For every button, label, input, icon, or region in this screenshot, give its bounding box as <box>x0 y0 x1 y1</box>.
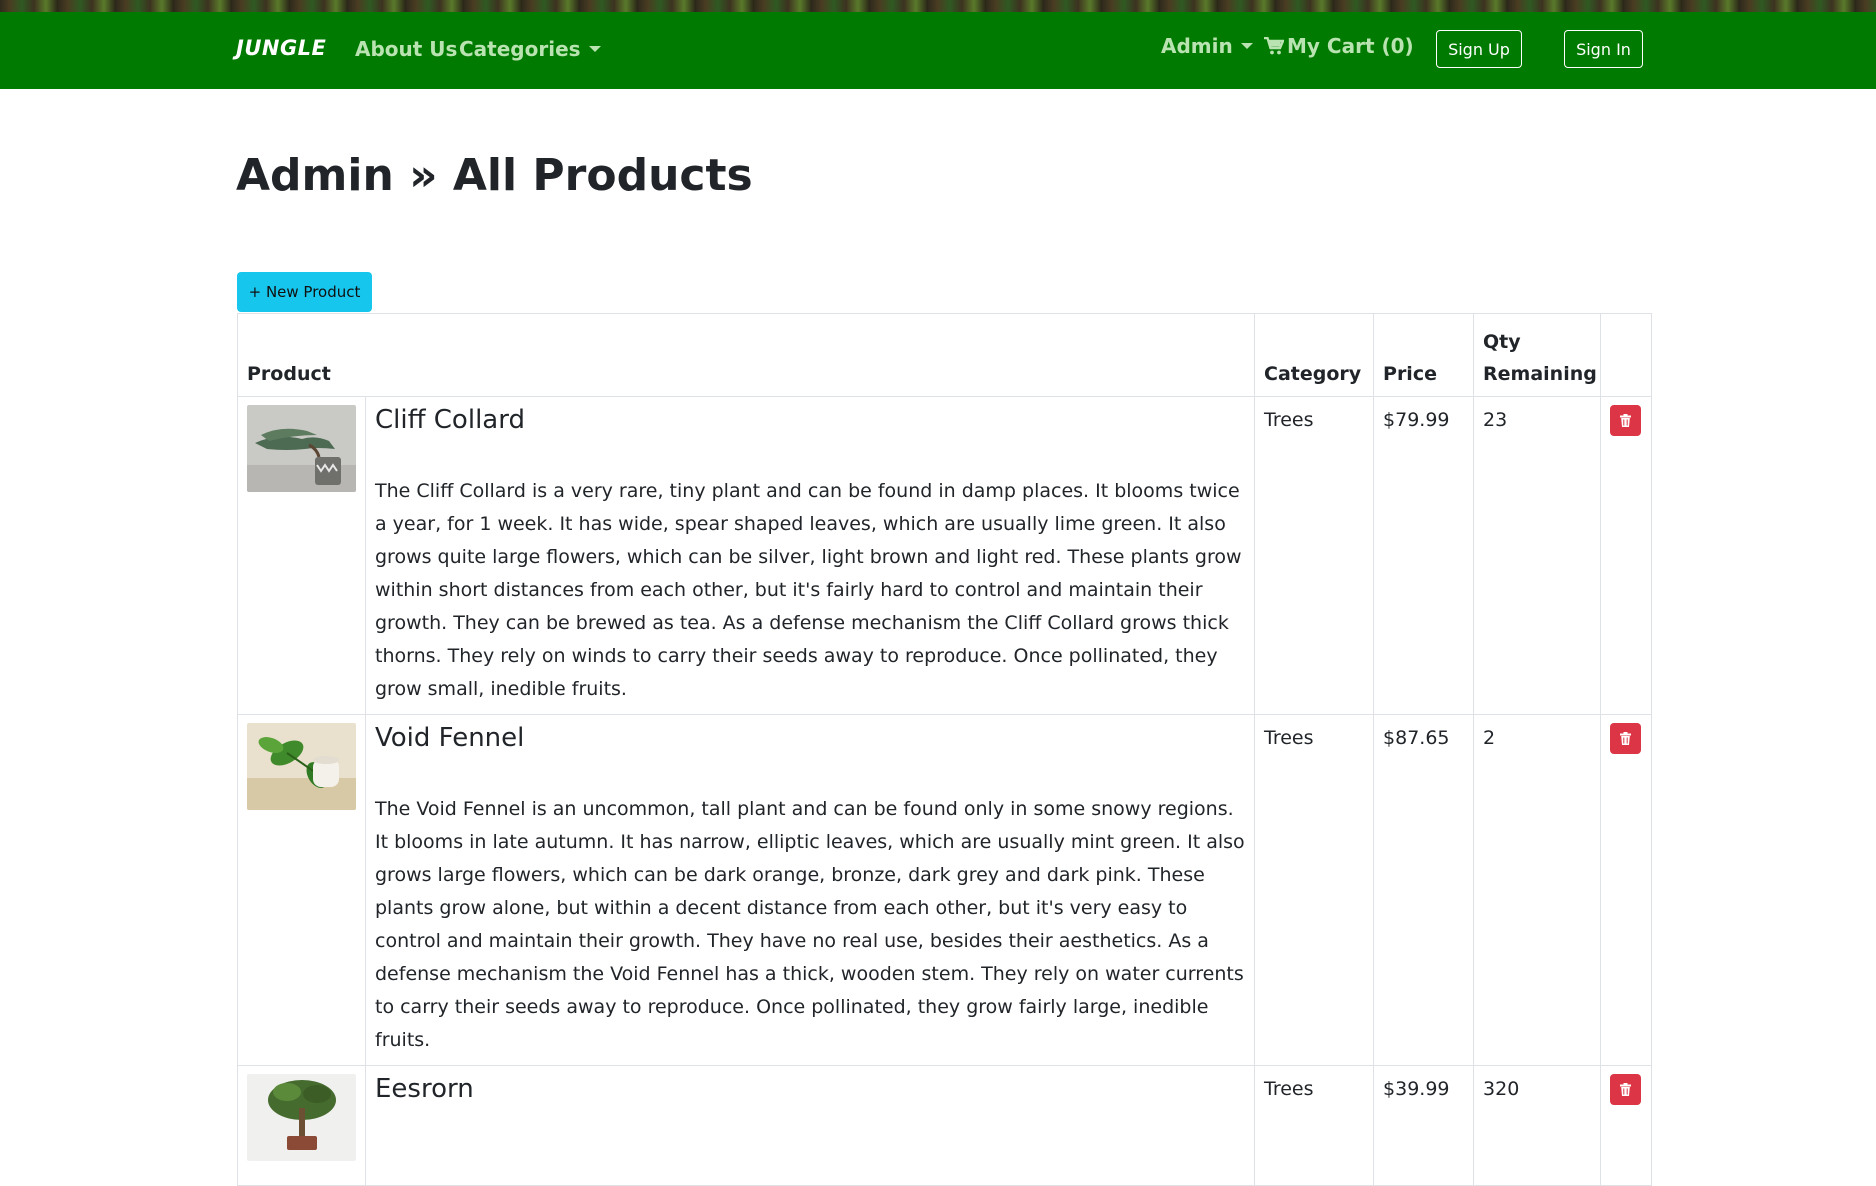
chevron-down-icon <box>1240 43 1253 49</box>
chevron-down-icon <box>588 46 601 52</box>
product-name: Void Fennel <box>375 723 525 753</box>
product-qty: 23 <box>1483 409 1508 431</box>
product-price: $39.99 <box>1383 1078 1450 1100</box>
product-description: The Void Fennel is an uncommon, tall pla… <box>375 798 1245 1051</box>
product-price-cell: $79.99 <box>1373 396 1475 715</box>
nav-admin-dropdown[interactable]: Admin <box>1161 34 1253 58</box>
product-qty-cell: 23 <box>1473 396 1602 715</box>
product-category-cell: Trees <box>1254 1065 1375 1186</box>
product-qty-cell: 2 <box>1473 714 1602 1066</box>
table-row: Void Fennel The Void Fennel is an uncomm… <box>237 714 1653 1066</box>
delete-product-button[interactable] <box>1610 1074 1642 1105</box>
trash-icon <box>1620 732 1632 745</box>
product-image-cell <box>237 1065 366 1186</box>
shopping-cart-icon <box>1264 37 1284 55</box>
nav-my-cart[interactable]: My Cart (0) <box>1264 34 1414 58</box>
product-details-cell: Void Fennel The Void Fennel is an uncomm… <box>364 714 1256 1066</box>
products-table: Product Category Price Qty Remaining Cli… <box>236 313 1653 1186</box>
header-qty-remaining: Qty Remaining <box>1473 313 1602 397</box>
product-category-cell: Trees <box>1254 714 1375 1066</box>
table-row: Eesrorn Trees $39.99 320 <box>237 1065 1653 1186</box>
nav-categories-label: Categories <box>459 37 581 61</box>
trash-icon <box>1620 1083 1632 1096</box>
product-category-cell: Trees <box>1254 396 1375 715</box>
sign-in-button[interactable]: Sign In <box>1564 30 1643 68</box>
page-title: Admin » All Products <box>236 150 753 201</box>
product-qty: 320 <box>1483 1078 1520 1100</box>
product-image-cell <box>237 396 366 715</box>
product-qty-cell: 320 <box>1473 1065 1602 1186</box>
header-price: Price <box>1373 313 1475 397</box>
new-product-button[interactable]: + New Product <box>237 272 372 312</box>
product-image-cliff-collard[interactable] <box>247 405 356 492</box>
trash-icon <box>1620 414 1632 427</box>
product-qty: 2 <box>1483 727 1496 749</box>
product-details-cell: Cliff Collard The Cliff Collard is a ver… <box>364 396 1256 715</box>
product-price: $79.99 <box>1383 409 1450 431</box>
product-actions-cell <box>1600 396 1653 715</box>
table-header-row: Product Category Price Qty Remaining <box>236 313 1653 397</box>
product-name: Cliff Collard <box>375 405 525 435</box>
product-details-cell: Eesrorn <box>364 1065 1256 1186</box>
product-category: Trees <box>1264 409 1314 431</box>
product-price-cell: $39.99 <box>1373 1065 1475 1186</box>
product-image-eesrorn[interactable] <box>247 1074 356 1161</box>
product-name: Eesrorn <box>375 1074 474 1104</box>
delete-product-button[interactable] <box>1610 405 1642 436</box>
nav-categories-dropdown[interactable]: Categories <box>459 37 601 61</box>
product-image-void-fennel[interactable] <box>247 723 356 810</box>
nav-about-us[interactable]: About Us <box>355 37 457 61</box>
product-image-cell <box>237 714 366 1066</box>
product-description: The Cliff Collard is a very rare, tiny p… <box>375 480 1242 700</box>
product-price-cell: $87.65 <box>1373 714 1475 1066</box>
header-product: Product <box>236 313 1256 397</box>
header-category: Category <box>1254 313 1375 397</box>
nav-cart-label: My Cart (0) <box>1287 34 1414 58</box>
product-price: $87.65 <box>1383 727 1450 749</box>
delete-product-button[interactable] <box>1610 723 1642 754</box>
header-forest-banner <box>0 0 1876 12</box>
product-actions-cell <box>1600 714 1653 1066</box>
header-actions <box>1600 313 1653 397</box>
sign-up-button[interactable]: Sign Up <box>1436 30 1522 68</box>
top-navbar: JUNGLE About Us Categories Admin My Cart… <box>0 12 1876 89</box>
brand-logo[interactable]: JUNGLE <box>236 36 326 60</box>
product-category: Trees <box>1264 727 1314 749</box>
product-actions-cell <box>1600 1065 1653 1186</box>
table-row: Cliff Collard The Cliff Collard is a ver… <box>237 396 1653 715</box>
nav-admin-label: Admin <box>1161 34 1233 58</box>
product-category: Trees <box>1264 1078 1314 1100</box>
